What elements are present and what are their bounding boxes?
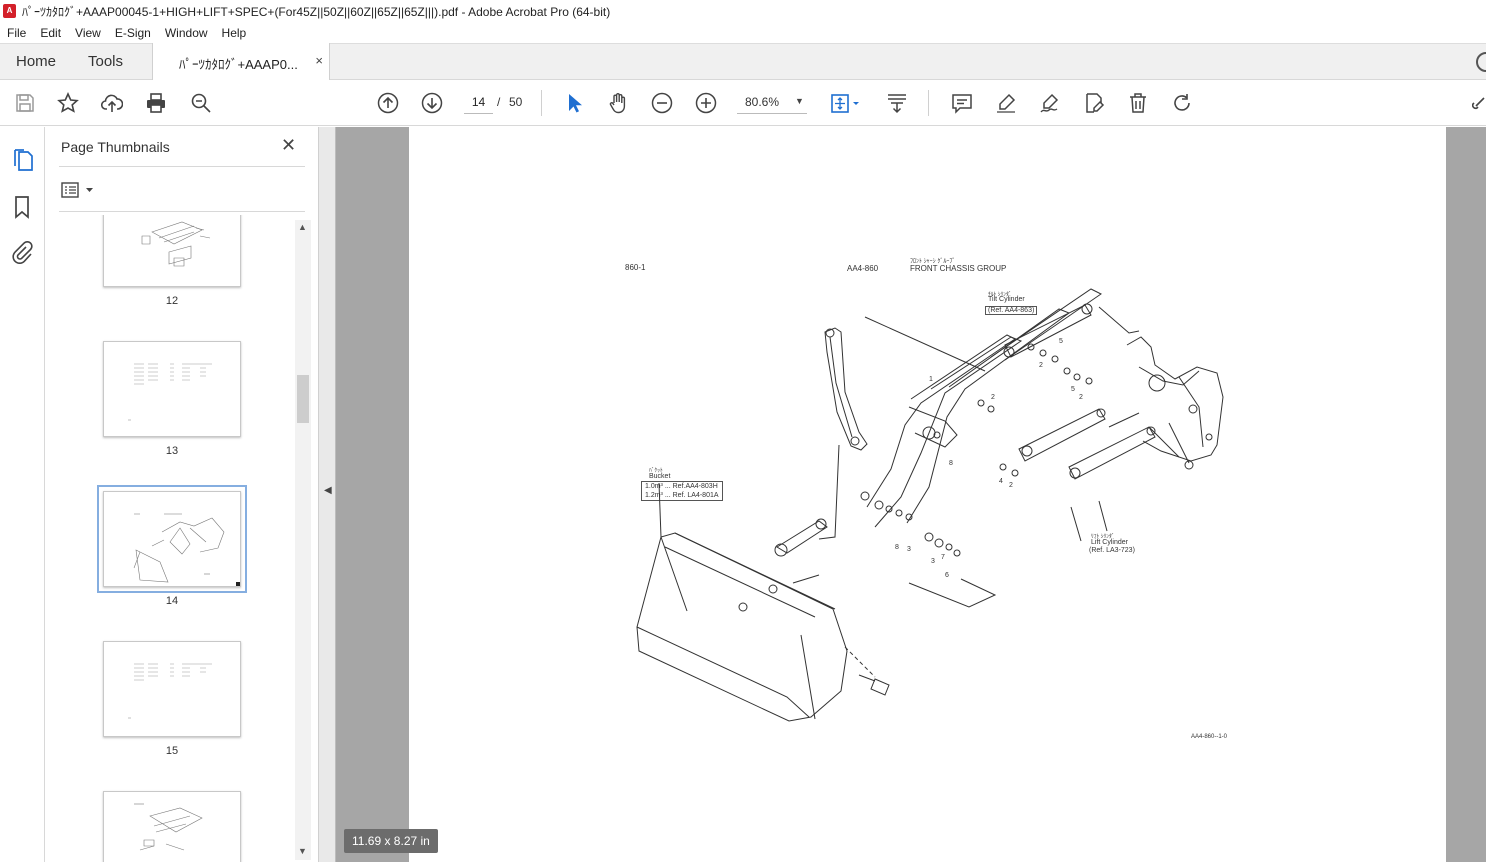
tab-home[interactable]: Home [16,44,56,80]
edit-pdf-icon[interactable] [1083,92,1105,114]
acrobat-icon: A [3,4,16,18]
thumbnail-image [141,221,211,267]
callout-3: 3 [907,546,911,553]
zoom-select[interactable]: 80.6% ▼ [737,90,807,114]
scrollbar-thumb[interactable] [297,375,309,423]
attachment-icon[interactable] [11,240,33,264]
callout-4: 4 [999,478,1003,485]
front-chassis-drawing: 1 2 5 2 5 2 2 8 4 8 3 3 7 6 [636,288,1224,722]
zoom-in-icon[interactable] [695,92,717,114]
thumbnail-scrollbar[interactable]: ▲ ▼ [295,220,311,860]
left-icon-rail [0,127,45,862]
document-gutter [1446,127,1486,862]
callout-2c: 2 [991,394,995,401]
thumbnail-page-15[interactable] [103,641,241,737]
delete-icon[interactable] [1127,92,1149,114]
thumbnail-label: 12 [165,295,179,307]
thumbnail-list[interactable]: 12 13 14 15 [59,215,295,862]
callout-5: 5 [1059,338,1063,345]
menu-esign[interactable]: E-Sign [108,26,158,40]
upload-icon[interactable] [101,92,123,114]
zoom-out-icon[interactable] [651,92,673,114]
page-separator: / [497,95,501,109]
thumbnail-label: 15 [165,745,179,757]
chevron-down-icon: ▼ [795,96,804,106]
callout-2: 2 [1039,362,1043,369]
page-number-input[interactable] [464,90,493,114]
menu-file[interactable]: File [0,26,33,40]
scroll-mode-icon[interactable] [886,92,908,114]
callout-7: 7 [941,554,945,561]
callout-2d: 2 [1009,482,1013,489]
callout-1: 1 [929,376,933,383]
print-icon[interactable] [145,92,167,114]
thumbnail-image [134,803,203,851]
menu-bar: File Edit View E-Sign Window Help [0,22,1486,43]
thumbnail-page-13[interactable] [103,341,241,437]
menu-view[interactable]: View [68,26,108,40]
thumbnail-image [128,363,212,421]
toolbar-divider [928,90,929,116]
chevron-left-icon: ◀ [324,485,332,496]
fit-page-icon[interactable] [830,92,860,114]
menu-help[interactable]: Help [215,26,254,40]
thumbnail-image [133,513,240,586]
toolbar-divider [541,90,542,116]
menu-edit[interactable]: Edit [33,26,68,40]
thumbnail-page-14[interactable] [97,485,247,593]
thumbnail-options-button[interactable] [61,181,97,199]
thumbnail-label: 14 [165,595,179,607]
tab-close-button[interactable]: × [315,53,323,68]
document-area[interactable]: ◀ 860-1 AA4-860 ﾌﾛﾝﾄ ｼｬｰｼ ｸﾞﾙｰﾌﾟ FRONT C… [319,127,1486,862]
sign-icon[interactable] [1039,92,1061,114]
page-down-icon[interactable] [421,92,443,114]
thumbnails-panel: Page Thumbnails ✕ 12 13 14 15 ▲ ▼ [45,127,319,862]
comment-icon[interactable] [951,92,973,114]
callout-8b: 8 [895,544,899,551]
divider [59,211,305,212]
pdf-page[interactable]: 860-1 AA4-860 ﾌﾛﾝﾄ ｼｬｰｼ ｸﾞﾙｰﾌﾟ FRONT CHA… [409,127,1446,862]
star-icon[interactable] [57,92,79,114]
panel-title: Page Thumbnails [61,139,170,155]
zoom-value: 80.6% [745,95,780,109]
callout-6: 6 [945,572,949,579]
save-icon[interactable] [14,92,36,114]
thumbnail-page-16[interactable] [103,791,241,862]
menu-window[interactable]: Window [158,26,215,40]
page-up-icon[interactable] [377,92,399,114]
tab-document[interactable]: ﾊﾟｰﾂｶﾀﾛｸﾞ+AAAP0... × [152,43,330,81]
thumbnail-label: 13 [165,445,179,457]
rotate-icon[interactable] [1171,92,1193,114]
scroll-up-icon[interactable]: ▲ [298,222,307,232]
page-size-indicator: 11.69 x 8.27 in [344,829,438,853]
panel-close-button[interactable]: ✕ [281,135,296,156]
panel-collapse-handle[interactable]: ◀ [319,127,336,862]
callout-8: 8 [949,460,953,467]
page-total: 50 [509,95,523,109]
hand-icon[interactable] [607,92,629,114]
tab-tools[interactable]: Tools [88,44,123,80]
divider [59,166,305,167]
select-cursor-icon[interactable] [563,92,585,114]
callout-5b: 5 [1071,386,1075,393]
tab-bar: Home Tools ﾊﾟｰﾂｶﾀﾛｸﾞ+AAAP0... × [0,43,1486,81]
title-bar: A ﾊﾟｰﾂｶﾀﾛｸﾞ+AAAP00045-1+HIGH+LIFT+SPEC+(… [0,0,1486,22]
help-icon[interactable] [1476,52,1486,72]
callout-3b: 3 [931,558,935,565]
scroll-down-icon[interactable]: ▼ [298,846,307,856]
page-thumbnails-icon[interactable] [12,148,34,172]
window-title: ﾊﾟｰﾂｶﾀﾛｸﾞ+AAAP00045-1+HIGH+LIFT+SPEC+(Fo… [22,4,611,19]
zoom-search-icon[interactable] [190,92,212,114]
toolbar: / 50 80.6% ▼ [0,80,1486,126]
bookmark-icon[interactable] [13,195,31,219]
tab-document-label: ﾊﾟｰﾂｶﾀﾛｸﾞ+AAAP0... [179,57,298,72]
highlight-icon[interactable] [995,92,1017,114]
share-link-icon[interactable] [1472,92,1486,114]
callout-2b: 2 [1079,394,1083,401]
thumbnail-image [128,663,212,719]
thumbnail-page-12[interactable] [103,215,241,287]
